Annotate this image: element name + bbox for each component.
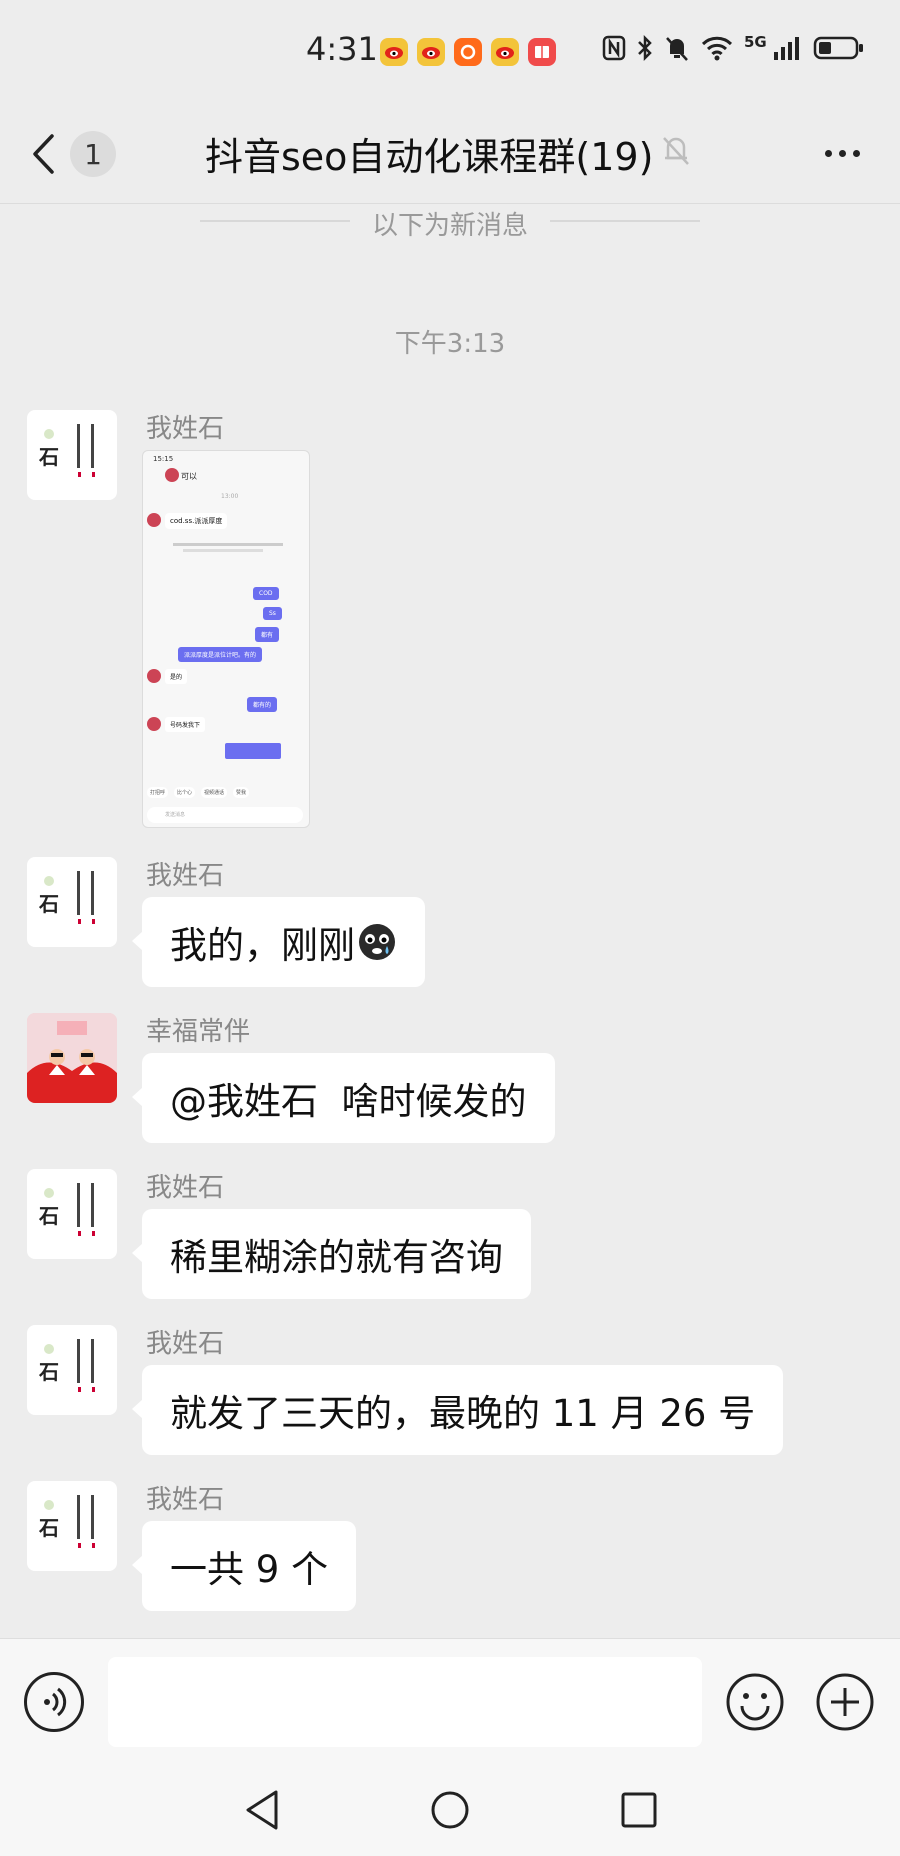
nav-recents-icon[interactable]	[619, 1788, 659, 1832]
message-text: 我的，刚刚	[170, 924, 355, 967]
sender-name: 我姓石	[146, 861, 225, 891]
message-text: 一共 9 个	[170, 1548, 329, 1591]
system-status-icons: 5G	[602, 34, 865, 62]
smiley-icon	[726, 1673, 784, 1731]
network-type: 5G	[744, 33, 767, 51]
mute-bell-icon	[666, 37, 688, 61]
taobao-icon	[454, 38, 482, 66]
message-bubble[interactable]: 一共 9 个	[131, 1521, 357, 1611]
avatar[interactable]: 石	[27, 1325, 117, 1415]
weibo-icon	[380, 38, 408, 66]
message-list[interactable]: 以下为新消息 下午3:13 石 我姓石 15:15 可以 13:00 cod.s…	[0, 205, 900, 1638]
message-bubble[interactable]: 稀里糊涂的就有咨询	[132, 1209, 531, 1299]
new-messages-divider: 以下为新消息	[200, 205, 700, 241]
message-bubble[interactable]: @我姓石 啥时候发的	[132, 1053, 555, 1143]
avatar[interactable]: 石	[27, 1169, 117, 1259]
sender-name: 我姓石	[146, 414, 225, 444]
chat-title[interactable]: 抖音seo自动化课程群(19)	[205, 126, 653, 181]
chat-header: 1 抖音seo自动化课程群(19)	[0, 104, 900, 204]
sender-name: 我姓石	[146, 1485, 225, 1515]
sender-name: 幸福常伴	[146, 1017, 251, 1047]
back-button[interactable]: 1	[30, 126, 130, 182]
emoji-button[interactable]	[725, 1672, 785, 1732]
image-message[interactable]: 15:15 可以 13:00 cod.ss.派派厚度 COD Ss 都有 派派厚…	[142, 450, 310, 828]
book-icon	[528, 38, 556, 66]
message-timestamp: 下午3:13	[394, 329, 506, 359]
svg-text:石: 石	[38, 445, 59, 469]
message-text: 就发了三天的，最晚的 11 月 26 号	[170, 1392, 756, 1435]
notification-icons	[380, 38, 556, 66]
message-text: @我姓石 啥时候发的	[170, 1080, 527, 1123]
avatar[interactable]: 石	[27, 1481, 117, 1571]
weibo-icon	[417, 38, 445, 66]
message-input-bar	[0, 1638, 900, 1766]
status-bar: 4:31 5G	[0, 0, 900, 104]
bluetooth-icon	[638, 34, 652, 62]
avatar[interactable]	[27, 1013, 117, 1103]
status-time: 4:31	[306, 30, 378, 68]
battery-icon	[813, 36, 863, 60]
message-bubble[interactable]: 我的，刚刚	[132, 897, 425, 987]
system-navigation-bar	[0, 1766, 900, 1856]
svg-text:石: 石	[38, 1516, 59, 1540]
sender-name: 我姓石	[146, 1173, 225, 1203]
plus-icon	[816, 1673, 874, 1731]
message-input[interactable]	[108, 1657, 702, 1747]
message-bubble[interactable]: 就发了三天的，最晚的 11 月 26 号	[131, 1365, 784, 1455]
svg-text:石: 石	[38, 1204, 59, 1228]
crying-emoji-icon	[359, 924, 395, 960]
weibo-icon	[491, 38, 519, 66]
message-text: 稀里糊涂的就有咨询	[170, 1236, 503, 1279]
avatar[interactable]: 石	[27, 857, 117, 947]
chevron-left-icon	[33, 134, 54, 174]
voice-icon	[44, 1687, 67, 1717]
nfc-icon	[602, 35, 626, 61]
signal-icon	[773, 37, 799, 60]
svg-text:石: 石	[38, 892, 59, 916]
more-functions-button[interactable]	[815, 1672, 875, 1732]
voice-input-button[interactable]	[24, 1672, 84, 1732]
muted-bell-icon	[660, 132, 692, 172]
svg-text:石: 石	[38, 1360, 59, 1384]
avatar[interactable]: 石	[27, 410, 117, 500]
wifi-icon	[701, 36, 733, 61]
unread-count-badge: 1	[70, 131, 116, 177]
sender-name: 我姓石	[146, 1329, 225, 1359]
more-options-button[interactable]	[812, 128, 872, 178]
nav-home-icon[interactable]	[430, 1788, 470, 1832]
nav-back-icon[interactable]	[242, 1788, 282, 1832]
